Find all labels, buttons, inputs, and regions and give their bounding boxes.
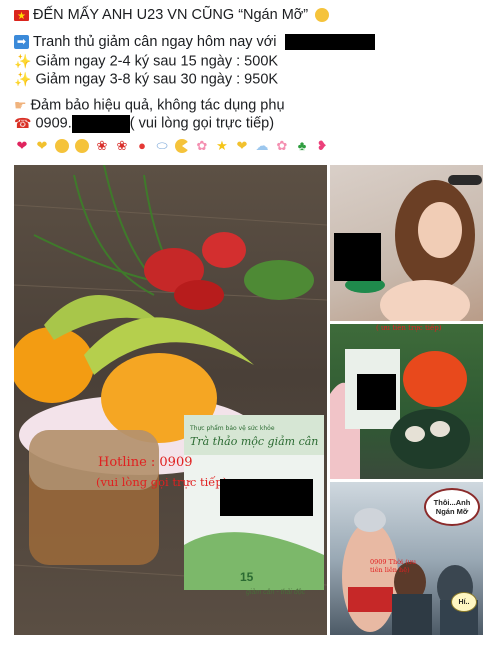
- yellow-heart-icon: ❤: [236, 138, 248, 153]
- offer-row-2: ✨ Giảm ngay 3-8 ký sau 30 ngày : 950K: [14, 70, 278, 89]
- airplane-photo[interactable]: Thôi...Anh Ngán Mỡ Hí.. 0909 Thời (ưu ti…: [330, 482, 483, 635]
- box-bottom-text: giảm cân - thải độc: [246, 589, 306, 596]
- product-flower-photo[interactable]: ( ưu tiên trực tiếp): [330, 324, 483, 479]
- cloud-icon: ☁: [255, 138, 269, 153]
- facebook-post: ĐẾN MẤY ANH U23 VN CŨNG “Ngán Mỡ” ➡ Tranh…: [0, 0, 496, 645]
- headline-row: ĐẾN MẤY ANH U23 VN CŨNG “Ngán Mỡ”: [14, 6, 333, 26]
- palm-tree-icon: ♣: [297, 138, 307, 153]
- offer-1: Giảm ngay 2-4 ký sau 15 ngày : 500K: [35, 53, 279, 70]
- main-photo-art: [14, 165, 327, 590]
- yellow-heart-icon: ❤: [36, 138, 48, 153]
- promo-row: ➡ Tranh thủ giảm cân ngay hôm nay với: [14, 33, 375, 52]
- hearts-icon: ❥: [316, 138, 328, 153]
- rose-icon: ❀: [96, 138, 108, 153]
- bottom-overlay-text: 0909 Thời (ưu tiên liên hệ): [370, 558, 417, 574]
- red-heart-icon: ❤: [16, 138, 28, 153]
- product-flower-art: [330, 349, 470, 479]
- speech-bubble: Thôi...Anh Ngán Mỡ: [424, 488, 480, 526]
- redacted-phone: [71, 114, 130, 133]
- phone-row: ☎ 0909. ( vui lòng gọi trực tiếp): [14, 114, 274, 133]
- redacted-brand: [284, 34, 375, 51]
- pacman-icon: [174, 138, 190, 154]
- smile-icon: [54, 138, 70, 154]
- rose-icon: ❀: [116, 138, 128, 153]
- redacted-box-brand: [220, 479, 313, 516]
- model-photo-top[interactable]: [330, 165, 483, 321]
- star-icon: ★: [216, 138, 228, 153]
- promo-line: Tranh thủ giảm cân ngay hôm nay với: [33, 34, 277, 50]
- hotline-text: Hotline : 0909: [98, 455, 193, 470]
- telephone-icon: ☎: [14, 115, 32, 131]
- main-product-photo[interactable]: Thực phẩm bảo vệ sức khỏe Trà thảo mộc g…: [14, 165, 327, 635]
- vietnam-flag-icon: [14, 7, 29, 26]
- middle-overlay-text: ( ưu tiên trực tiếp): [376, 324, 442, 332]
- small-bubble-text: Hí..: [458, 598, 470, 606]
- redacted-product: [334, 233, 381, 281]
- strawberry-icon: ●: [138, 138, 146, 153]
- cherry-blossom-icon: ✿: [276, 138, 288, 153]
- phone-prefix[interactable]: 0909.: [35, 115, 71, 131]
- phone-note: ( vui lòng gọi trực tiếp): [129, 115, 275, 132]
- small-speech-bubble: Hí..: [451, 592, 477, 612]
- right-arrow-icon: ➡: [14, 35, 29, 50]
- sparkle-icon: ✨: [14, 71, 32, 87]
- box-subtitle: Thực phẩm bảo vệ sức khỏe: [190, 425, 275, 432]
- neutral-face-icon: [74, 138, 90, 154]
- headline: ĐẾN MẤY ANH U23 VN CŨNG “Ngán Mỡ”: [33, 7, 309, 23]
- emoji-row: ❤ ❤ ❀ ❀ ● ⬭ ✿ ★ ❤ ☁ ✿ ♣ ❥: [14, 138, 330, 154]
- pill-icon: ⬭: [156, 138, 168, 153]
- offer-2: Giảm ngay 3-8 ký sau 30 ngày : 950K: [35, 71, 279, 88]
- laughing-emoji-icon: [315, 8, 330, 23]
- speech-bubble-text: Thôi...Anh Ngán Mỡ: [433, 498, 471, 516]
- pointing-hand-icon: ☛: [14, 97, 27, 113]
- box-count: 15: [240, 570, 254, 584]
- guarantee-row: ☛ Đảm bảo hiệu quả, không tác dụng phụ: [14, 96, 285, 115]
- box-title: Trà thảo mộc giảm cân: [190, 435, 319, 448]
- redacted-product-label: [357, 374, 396, 410]
- sparkle-icon: ✨: [14, 53, 32, 69]
- call-note-text: (vui lòng gọi trực tiếp): [96, 475, 228, 489]
- guarantee: Đảm bảo hiệu quả, không tác dụng phụ: [30, 97, 285, 114]
- cherry-blossom-icon: ✿: [196, 138, 208, 153]
- offer-row-1: ✨ Giảm ngay 2-4 ký sau 15 ngày : 500K: [14, 52, 278, 71]
